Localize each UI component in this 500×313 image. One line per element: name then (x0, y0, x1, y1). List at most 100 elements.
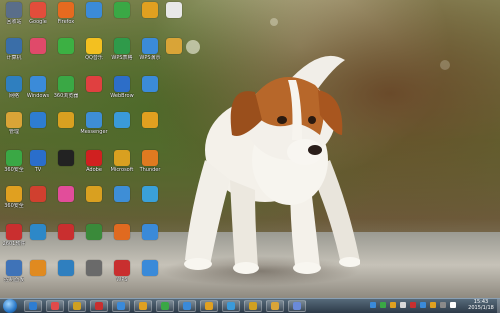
taskbar-app-button[interactable] (288, 300, 306, 312)
desktop-shortcut[interactable] (24, 38, 52, 55)
desktop-shortcut[interactable] (136, 186, 164, 203)
taskbar-app-button[interactable] (112, 300, 130, 312)
app-icon (51, 302, 59, 310)
taskbar-app-button[interactable] (90, 300, 108, 312)
taskbar-app-button[interactable] (68, 300, 86, 312)
tray-icon[interactable] (420, 302, 426, 308)
desktop-shortcut-label: Messenger (80, 129, 108, 135)
taskbar-app-button[interactable] (244, 300, 262, 312)
app-icon (114, 112, 130, 128)
desktop-shortcut[interactable] (80, 2, 108, 19)
app-icon (86, 2, 102, 18)
desktop-shortcut[interactable] (80, 186, 108, 203)
desktop-shortcut[interactable] (136, 76, 164, 93)
desktop-shortcut[interactable] (52, 150, 80, 167)
desktop-shortcut[interactable] (80, 260, 108, 277)
app-icon (86, 186, 102, 202)
ie-icon (29, 302, 37, 310)
desktop-shortcut[interactable] (24, 260, 52, 277)
desktop-shortcut-label: Firefox (57, 19, 75, 25)
taskbar-app-button[interactable] (178, 300, 196, 312)
desktop-shortcut[interactable] (52, 186, 80, 203)
app-icon (58, 224, 74, 240)
desktop-shortcut[interactable] (136, 260, 164, 277)
desktop-shortcut[interactable]: Messenger (80, 112, 108, 135)
app-icon (30, 38, 46, 54)
taskbar-clock[interactable]: 15:43 2015/1/18 (466, 299, 496, 311)
folder-icon (271, 302, 279, 310)
taskbar-app-button[interactable] (134, 300, 152, 312)
desktop-shortcut[interactable]: WebBrow (108, 76, 136, 99)
desktop-shortcut-label: Thunder (139, 167, 161, 173)
desktop-shortcut[interactable]: QQ音乐 (80, 38, 108, 61)
desktop-shortcut[interactable] (136, 112, 164, 129)
software-icon (6, 224, 22, 240)
desktop-shortcut[interactable] (108, 224, 136, 241)
app-icon (95, 302, 103, 310)
desktop-shortcut[interactable] (52, 260, 80, 277)
desktop-shortcut[interactable]: 360浏览器 (52, 76, 80, 99)
app-icon (73, 302, 81, 310)
start-button[interactable] (3, 299, 17, 313)
desktop-shortcut[interactable] (52, 112, 80, 129)
folder-icon (166, 38, 182, 54)
taskbar-app-button[interactable] (200, 300, 218, 312)
app-icon (249, 302, 257, 310)
desktop-shortcut[interactable] (24, 186, 52, 203)
app-icon (117, 302, 125, 310)
tray-icon[interactable] (390, 302, 396, 308)
desktop-shortcut[interactable]: Thunder (136, 150, 164, 173)
web-icon (114, 76, 130, 92)
desktop-shortcut[interactable]: Microsoft (108, 150, 136, 173)
app-icon (114, 2, 130, 18)
taskbar-app-button[interactable] (266, 300, 284, 312)
desktop-shortcut[interactable] (52, 38, 80, 55)
desktop-shortcut[interactable]: Firefox (52, 2, 80, 25)
desktop-shortcut[interactable] (52, 224, 80, 241)
desktop-shortcut-label: 360安全 (4, 203, 24, 209)
tray-icon[interactable] (380, 302, 386, 308)
desktop-shortcut[interactable]: WPS (108, 260, 136, 283)
desktop-shortcut-label: Microsoft (110, 167, 134, 173)
desktop-shortcut[interactable]: TV (24, 150, 52, 173)
tray-icon[interactable] (450, 302, 456, 308)
desktop-shortcut[interactable] (80, 224, 108, 241)
desktop-shortcut[interactable] (160, 38, 188, 55)
tray-icon[interactable] (370, 302, 376, 308)
recycle-bin-icon (6, 2, 22, 18)
app-icon (30, 260, 46, 276)
tray-icon[interactable] (440, 302, 446, 308)
app-icon (227, 302, 235, 310)
desktop-shortcut[interactable] (108, 2, 136, 19)
desktop-shortcut-label: QQ音乐 (85, 55, 103, 61)
desktop-shortcut[interactable] (108, 186, 136, 203)
wps-ppt-icon (142, 38, 158, 54)
desktop-shortcut[interactable] (108, 112, 136, 129)
taskbar-app-button[interactable] (222, 300, 240, 312)
app-icon (142, 186, 158, 202)
desktop-shortcut[interactable] (80, 76, 108, 93)
desktop-shortcut[interactable] (24, 224, 52, 241)
desktop-shortcut[interactable] (136, 224, 164, 241)
desktop-shortcut[interactable]: Google (24, 2, 52, 25)
media-icon (86, 260, 102, 276)
taskbar-app-button[interactable] (24, 300, 42, 312)
adobe-icon (86, 150, 102, 166)
bokeh-light (440, 60, 450, 70)
desktop-shortcut-label: WPS演示 (139, 55, 161, 61)
taskbar-app-button[interactable] (156, 300, 174, 312)
app-icon (30, 186, 46, 202)
desktop-shortcut[interactable] (24, 112, 52, 129)
desktop-shortcut[interactable]: Adobe (80, 150, 108, 173)
desktop-shortcut-label: 控制面板 (3, 277, 24, 283)
taskbar-app-button[interactable] (46, 300, 64, 312)
update-icon (142, 2, 158, 18)
desktop-shortcut[interactable]: WPS表格 (108, 38, 136, 61)
tray-icon[interactable] (410, 302, 416, 308)
tray-icon[interactable] (400, 302, 406, 308)
app-icon (205, 302, 213, 310)
tray-icon[interactable] (430, 302, 436, 308)
desktop-shortcut[interactable] (160, 2, 188, 19)
desktop-shortcut[interactable]: Windows (24, 76, 52, 99)
desktop-shortcut-label: 管理 (8, 129, 19, 135)
